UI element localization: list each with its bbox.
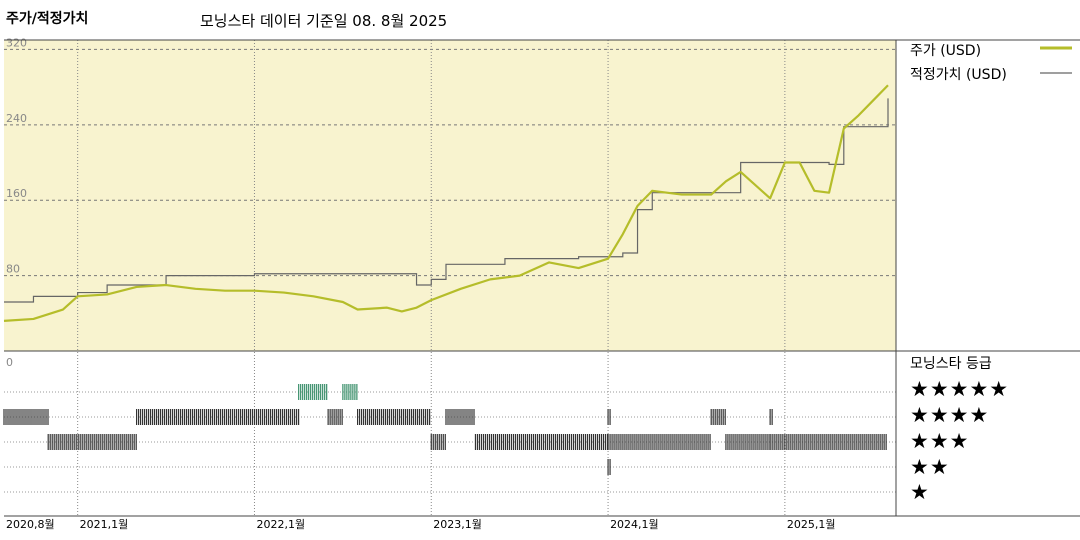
y-tick-label: 160 — [6, 187, 27, 200]
x-tick-label: 2022,1월 — [256, 518, 305, 531]
rating-legend-title: 모닝스타 등급 — [910, 356, 992, 372]
one-star-label: ★ — [910, 480, 930, 504]
rating-bar-4-star — [445, 409, 475, 425]
three-star-label: ★★★ — [910, 429, 970, 453]
rating-bar-3-star — [430, 434, 446, 450]
rating-axis-label: 0 — [6, 356, 13, 369]
x-tick-label: 2023,1월 — [433, 518, 482, 531]
rating-bar-3-star — [769, 434, 887, 450]
x-tick-label: 2021,1월 — [80, 518, 129, 531]
x-tick-label: 2020,8월 — [6, 518, 55, 531]
x-tick-label: 2024,1월 — [610, 518, 659, 531]
y-tick-label: 240 — [6, 112, 27, 125]
legend-fair-value-label: 적정가치 (USD) — [910, 67, 1007, 83]
two-star-label: ★★ — [910, 455, 950, 479]
rating-bar-4-star — [327, 409, 343, 425]
y-tick-label: 320 — [6, 36, 27, 49]
legend-price-label: 주가 (USD) — [910, 43, 982, 59]
y-tick-label: 80 — [6, 263, 20, 276]
five-star-label: ★★★★★ — [910, 377, 1010, 401]
rating-bar-3-star — [474, 434, 609, 450]
rating-bar-4-star — [607, 409, 611, 425]
four-star-label: ★★★★ — [910, 403, 990, 427]
rating-bar-5-star — [298, 384, 328, 400]
rating-bar-3-star — [725, 434, 771, 450]
rating-bar-2-star — [607, 459, 611, 475]
x-tick-label: 2025,1월 — [787, 518, 836, 531]
price-panel-background — [4, 40, 896, 351]
rating-bar-4-star — [769, 409, 773, 425]
